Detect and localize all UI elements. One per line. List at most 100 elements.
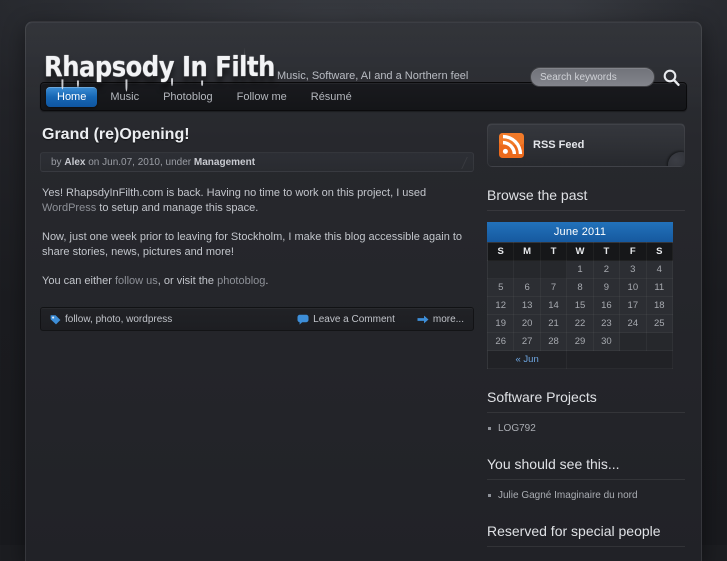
calendar-weekday: S — [486, 242, 515, 261]
calendar-day[interactable]: 28 — [539, 332, 568, 351]
calendar-day[interactable]: 24 — [619, 314, 647, 333]
calendar-weekday: M — [513, 242, 541, 261]
sidebar-heading-you-should-see-this: You should see this... — [487, 456, 685, 480]
calendar-week-row: 12 13 14 15 16 17 18 — [486, 296, 674, 315]
archive-calendar: June 2011 S M T W T F S 1 2 3 4 5 6 7 8 9 10 11 12 1… — [486, 222, 674, 369]
calendar-day[interactable]: 14 — [539, 296, 568, 315]
rss-feed-button[interactable]: RSS Feed — [487, 123, 685, 167]
post-paragraph: You can either follow us, or visit the p… — [42, 274, 472, 289]
calendar-day[interactable]: 13 — [513, 296, 541, 315]
nav-item-home[interactable]: Home — [46, 86, 98, 107]
sidebar-heading-reserved-for-special-people: Reserved for special people — [487, 523, 685, 547]
rss-icon — [499, 132, 524, 158]
calendar-day[interactable]: 26 — [486, 332, 515, 351]
calendar-weekday: S — [645, 242, 674, 261]
calendar-day[interactable]: 8 — [566, 278, 594, 297]
calendar-day[interactable]: 20 — [513, 314, 541, 333]
post-text: Yes! RhapsdyInFilth.com is back. Having … — [42, 187, 427, 199]
calendar-footer-blank — [566, 350, 673, 369]
post-text: Now, just one week prior to leaving for … — [42, 231, 463, 258]
calendar-day[interactable]: 2 — [592, 260, 621, 279]
list-item[interactable]: LOG792 — [487, 422, 685, 436]
nav-item-follow-me[interactable]: Follow me — [226, 87, 298, 107]
page-columns: Grand (re)Opening! by Alex on Jun.07, 20… — [26, 111, 701, 547]
logo-drip — [171, 78, 174, 87]
post-date: Jun.07, 2010, — [102, 156, 163, 168]
calendar-body: 1 2 3 4 5 6 7 8 9 10 11 12 13 14 15 16 17 18 19 20 21 22 23 24 2… — [486, 260, 674, 351]
calendar-day[interactable]: 1 — [566, 260, 594, 279]
post-text: , or visit the — [157, 275, 218, 287]
post-title[interactable]: Grand (re)Opening! — [42, 126, 474, 144]
read-more-label: more... — [432, 313, 464, 325]
post-author[interactable]: Alex — [64, 157, 85, 168]
calendar-day[interactable]: 27 — [513, 332, 541, 351]
calendar-day[interactable]: 21 — [539, 314, 568, 333]
nav-item-resume[interactable]: Résumé — [300, 87, 363, 107]
calendar-day[interactable]: 16 — [592, 296, 621, 315]
calendar-day[interactable]: 30 — [592, 332, 621, 351]
calendar-day[interactable]: 7 — [539, 278, 568, 297]
read-more[interactable]: more... — [417, 314, 464, 325]
leave-comment-label: Leave a Comment — [313, 313, 395, 325]
calendar-day[interactable]: 18 — [645, 296, 674, 315]
site-header: Rhapsody In Filth Music, Software, AI an… — [26, 22, 701, 92]
calendar-day[interactable]: 15 — [566, 296, 594, 315]
calendar-footer-row: « Jun — [486, 350, 673, 369]
sidebar: RSS Feed Browse the past June 2011 S M T… — [486, 123, 685, 547]
comment-bubble-icon — [297, 314, 309, 325]
calendar-day[interactable]: 5 — [486, 278, 515, 297]
calendar-day[interactable]: 9 — [592, 278, 621, 297]
post-meta: by Alex on Jun.07, 2010, under Managemen… — [40, 152, 474, 172]
post-text: You can either — [42, 275, 115, 287]
calendar-day[interactable]: 19 — [486, 314, 515, 333]
calendar-day[interactable]: 10 — [619, 278, 647, 297]
search-box — [530, 66, 685, 88]
calendar-day[interactable]: 6 — [513, 278, 541, 297]
sidebar-heading-browse: Browse the past — [487, 187, 685, 211]
calendar-weekday: F — [619, 242, 647, 261]
calendar-day[interactable]: 11 — [645, 278, 674, 297]
nav-item-photoblog[interactable]: Photoblog — [152, 87, 224, 107]
calendar-day[interactable]: 4 — [645, 260, 674, 279]
calendar-week-row: 5 6 7 8 9 10 11 — [486, 278, 674, 297]
calendar-week-row: 19 20 21 22 23 24 25 — [486, 314, 674, 333]
calendar-day[interactable]: 3 — [619, 260, 647, 279]
site-logo-text: Rhapsody In Filth — [44, 50, 275, 83]
header-divider — [244, 48, 245, 78]
follow-us-link[interactable]: follow us — [115, 275, 158, 287]
search-input[interactable] — [530, 67, 655, 87]
main-content: Grand (re)Opening! by Alex on Jun.07, 20… — [40, 123, 474, 547]
calendar-day[interactable]: 29 — [566, 332, 594, 351]
calendar-week-row: 1234 — [486, 260, 674, 279]
site-logo[interactable]: Rhapsody In Filth — [44, 50, 275, 92]
post-category[interactable]: Management — [194, 157, 255, 168]
calendar-prev-month[interactable]: « Jun — [486, 350, 568, 369]
calendar-day[interactable]: 12 — [486, 296, 515, 315]
post-text: to setup and manage this space. — [96, 202, 259, 214]
calendar-weekday: T — [539, 242, 568, 261]
calendar-day[interactable]: 22 — [566, 314, 594, 333]
sidebar-list-software-projects: LOG792 — [487, 422, 685, 436]
sidebar-list-you-should-see-this: Julie Gagné Imaginaire du nord — [487, 489, 685, 503]
post-tags-label: follow, photo, wordpress — [65, 313, 173, 325]
post-footer: follow, photo, wordpress Leave a Comment… — [40, 307, 474, 331]
site-tagline: Music, Software, AI and a Northern feel — [277, 70, 469, 82]
calendar-day[interactable]: 17 — [619, 296, 647, 315]
calendar-day-empty — [645, 332, 674, 351]
leave-comment[interactable]: Leave a Comment — [297, 314, 395, 325]
sidebar-heading-software-projects: Software Projects — [487, 389, 685, 413]
post-tags[interactable]: follow, photo, wordpress — [50, 314, 172, 325]
logo-drip — [201, 80, 204, 87]
search-button[interactable] — [658, 66, 685, 88]
photoblog-link[interactable]: photoblog — [217, 275, 265, 287]
calendar-day[interactable]: 23 — [592, 314, 621, 333]
post-paragraph: Now, just one week prior to leaving for … — [42, 230, 472, 260]
calendar-weekday: T — [592, 242, 621, 261]
wordpress-link[interactable]: WordPress — [42, 202, 96, 214]
calendar-day-empty — [539, 260, 568, 279]
calendar-day[interactable]: 25 — [645, 314, 674, 333]
rss-feed-label: RSS Feed — [533, 139, 585, 151]
logo-drip — [125, 79, 128, 92]
list-item[interactable]: Julie Gagné Imaginaire du nord — [487, 489, 685, 503]
calendar-day-empty — [513, 260, 541, 279]
